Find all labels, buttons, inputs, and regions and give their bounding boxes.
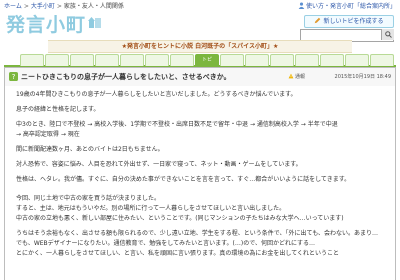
breadcrumb: ホーム > 大手小町 > 家族・友人・人間関係 bbox=[4, 2, 254, 12]
category-tab[interactable] bbox=[345, 54, 369, 66]
utility-bar: 使い方・発言小町「総合案内所」 bbox=[298, 2, 396, 12]
breadcrumb-otekomachi-link[interactable]: 大手小町 bbox=[31, 3, 55, 10]
post-paragraph: 間に新聞配達数ヶ月、あとのバイトは2日もちません。 bbox=[16, 146, 164, 153]
post-paragraph: すると、主は、地元はもういやだ。別の場所に行って一人暮らしをさせてほしいと言い出… bbox=[16, 205, 286, 212]
category-tab[interactable] bbox=[245, 54, 269, 66]
svg-text:?: ? bbox=[12, 72, 16, 81]
category-tab[interactable]: トピ bbox=[195, 54, 219, 66]
promo-banner[interactable]: ★発言小町をヒントに小説 白河既子の「スパイス小町」★ bbox=[48, 40, 352, 53]
new-topic-button[interactable]: 新しいトピを作成する bbox=[304, 15, 394, 28]
question-icon: ? bbox=[9, 72, 18, 81]
new-topic-label: 新しいトピを作成する bbox=[323, 18, 384, 25]
post-paragraph: 中3のとき、陸口で不登校 → 高校入学後、1学期で不登校・出席日数不足で留年・中… bbox=[16, 121, 338, 128]
category-tab[interactable] bbox=[320, 54, 344, 66]
post-paragraph: → 高卒認定取得 → 現在 bbox=[16, 131, 80, 138]
category-tab[interactable] bbox=[295, 54, 319, 66]
category-tab-bar: トピ bbox=[4, 53, 396, 67]
search-icon bbox=[384, 31, 392, 38]
post-paragraph: 19歳の4年間ひきこもりの息子が一人暮らしをしたいと言いだしました。どうするべき… bbox=[16, 91, 297, 98]
post-paragraph: 今回、同じ土地で中古の家を買う話が決まりました。 bbox=[16, 195, 161, 202]
post-paragraph: 中古の家の立地も悪く、新しい部屋に住みたい、ということです。(同じマンションの子… bbox=[16, 215, 344, 222]
category-tab[interactable] bbox=[70, 54, 94, 66]
guide-link[interactable]: 使い方・発言小町「総合案内所」 bbox=[306, 3, 396, 10]
breadcrumb-current: 家族・友人・人間関係 bbox=[63, 3, 124, 10]
category-tab[interactable] bbox=[370, 54, 394, 66]
post-paragraph: でも、WEBデザイナーになりたい。通信教育で、勉強をしてみたいと言います。(…)… bbox=[16, 240, 316, 247]
report-link[interactable]: 通報 bbox=[288, 68, 305, 86]
town-icon bbox=[88, 17, 102, 28]
post-paragraph: 対人恐怖で、容姿に悩み、人目を恐れて外出せず、一日家で寝って、ネット・動画・ゲー… bbox=[16, 161, 302, 168]
site-logo[interactable]: 発言小町 bbox=[6, 12, 102, 38]
category-tab[interactable] bbox=[20, 54, 44, 66]
report-label: 通報 bbox=[295, 74, 306, 80]
category-tab[interactable] bbox=[120, 54, 144, 66]
logo-text: 発言小町 bbox=[6, 14, 87, 36]
post-paragraph: 息子の経緯と性格を記します。 bbox=[16, 106, 100, 113]
breadcrumb-separator: > bbox=[56, 3, 62, 10]
category-tab[interactable] bbox=[45, 54, 69, 66]
topic-header: ? ニートひきこもりの息子が一人暮らしをしたいと、させるべきか。 通報 2015… bbox=[4, 67, 396, 86]
search-button[interactable] bbox=[381, 29, 394, 40]
category-tab[interactable] bbox=[270, 54, 294, 66]
breadcrumb-separator: > bbox=[23, 3, 29, 10]
category-tab[interactable] bbox=[95, 54, 119, 66]
breadcrumb-home-link[interactable]: ホーム bbox=[4, 3, 22, 10]
category-tab[interactable] bbox=[170, 54, 194, 66]
post-paragraph: 性格は、ヘタレ。我が儘。すぐに、自分の決めた事ができないことを言を言って、すぐ…… bbox=[16, 176, 351, 183]
report-icon bbox=[288, 73, 294, 79]
topic-title: ニートひきこもりの息子が一人暮らしをしたいと、させるべきか。 bbox=[21, 73, 231, 81]
category-tab[interactable] bbox=[145, 54, 169, 66]
pencil-icon bbox=[315, 17, 321, 24]
post-paragraph: とにかく、一人暮らしをさせてほしい、と言い、私を頑固に言い張ります。真の環境の為… bbox=[16, 250, 340, 257]
post-date: 2015年10月19日 18:49 bbox=[334, 74, 391, 80]
person-icon bbox=[298, 2, 305, 9]
category-tab[interactable] bbox=[220, 54, 244, 66]
post-body: 19歳の4年間ひきこもりの息子が一人暮らしをしたいと言いだしました。どうするべき… bbox=[4, 86, 396, 280]
post-paragraph: うちはそう余裕もなく、出させる額も限られるので、少し遠い立地、学生をする程、とい… bbox=[16, 230, 379, 237]
